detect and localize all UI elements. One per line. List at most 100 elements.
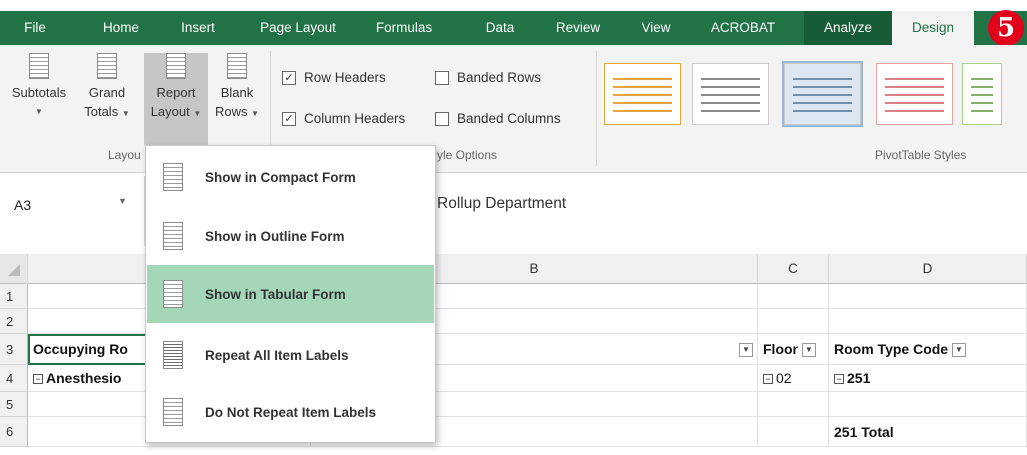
name-box-value: A3 bbox=[14, 197, 32, 213]
cell-d4[interactable]: −251 bbox=[829, 365, 1027, 392]
cell-c4[interactable]: −02 bbox=[758, 365, 829, 392]
pivot-style-gray[interactable] bbox=[692, 63, 769, 125]
tab-page-layout[interactable]: Page Layout bbox=[248, 11, 348, 45]
row-header-4[interactable]: 4 bbox=[0, 365, 28, 392]
cell-d5[interactable] bbox=[829, 392, 1027, 417]
row-header-6[interactable]: 6 bbox=[0, 417, 28, 447]
banded-rows-checkbox[interactable]: Banded Rows bbox=[435, 70, 541, 85]
tab-home[interactable]: Home bbox=[88, 11, 154, 45]
report-layout-menu: Show in Compact Form Show in Outline For… bbox=[145, 145, 436, 443]
menu-item-label: Show in Outline Form bbox=[205, 228, 345, 244]
tab-analyze[interactable]: Analyze bbox=[804, 11, 892, 45]
row-header-5[interactable]: 5 bbox=[0, 392, 28, 417]
blank-rows-button[interactable]: Blank Rows ▼ bbox=[210, 53, 264, 123]
name-box[interactable]: A3 ▼ bbox=[0, 176, 145, 246]
formula-content[interactable]: Rollup Department bbox=[437, 195, 566, 213]
grand-totals-label-line2: Totals bbox=[84, 104, 119, 119]
grand-totals-button[interactable]: Grand Totals ▼ bbox=[80, 53, 134, 123]
banded-columns-checkbox[interactable]: Banded Columns bbox=[435, 111, 561, 126]
filter-dropdown-icon[interactable]: ▼ bbox=[951, 343, 966, 358]
style-preview-icon bbox=[885, 72, 944, 116]
menu-item-repeat-all-labels[interactable]: Repeat All Item Labels bbox=[147, 326, 434, 384]
empty-checkbox-icon bbox=[435, 70, 449, 85]
menu-item-label: Show in Compact Form bbox=[205, 169, 356, 185]
tabular-form-icon bbox=[163, 280, 183, 308]
checkmark-icon: ✓ bbox=[282, 70, 296, 85]
step-number-badge: 5 bbox=[988, 10, 1024, 46]
collapse-icon[interactable]: − bbox=[33, 374, 43, 385]
chevron-down-icon[interactable]: ▼ bbox=[118, 196, 127, 206]
row-header-1[interactable]: 1 bbox=[0, 284, 28, 309]
cell-c1[interactable] bbox=[758, 284, 829, 309]
menu-item-compact-form[interactable]: Show in Compact Form bbox=[147, 148, 434, 206]
chevron-down-icon: ▼ bbox=[251, 109, 260, 118]
tab-review[interactable]: Review bbox=[545, 11, 611, 45]
column-headers-label: Column Headers bbox=[304, 111, 406, 126]
filter-dropdown-icon[interactable]: ▼ bbox=[801, 343, 816, 358]
banded-rows-label: Banded Rows bbox=[457, 70, 542, 85]
menu-item-outline-form[interactable]: Show in Outline Form bbox=[147, 207, 434, 265]
collapse-icon[interactable]: − bbox=[763, 374, 773, 385]
cell-c2[interactable] bbox=[758, 309, 829, 334]
cell-d2[interactable] bbox=[829, 309, 1027, 334]
column-headers-checkbox[interactable]: ✓ Column Headers bbox=[282, 111, 405, 126]
filter-dropdown-icon[interactable]: ▼ bbox=[739, 343, 753, 358]
cell-d6[interactable]: 251 Total bbox=[829, 417, 1027, 447]
cell-d1[interactable] bbox=[829, 284, 1027, 309]
column-header-d[interactable]: D bbox=[829, 254, 1027, 284]
blank-rows-label-line2: Rows bbox=[214, 104, 248, 119]
chevron-down-icon: ▼ bbox=[35, 107, 43, 116]
style-options-group-label: yle Options bbox=[437, 148, 498, 162]
chevron-down-icon: ▼ bbox=[193, 109, 202, 118]
tab-formulas[interactable]: Formulas bbox=[360, 11, 448, 45]
tab-data[interactable]: Data bbox=[472, 11, 528, 45]
checkmark-icon: ✓ bbox=[282, 111, 296, 126]
row-header-3[interactable]: 3 bbox=[0, 334, 28, 365]
pivot-styles-group-label: PivotTable Styles bbox=[875, 148, 967, 162]
grand-totals-label-line1: Grand bbox=[88, 85, 126, 100]
cell-c6[interactable] bbox=[758, 417, 829, 447]
subtotals-button[interactable]: Subtotals ▼ bbox=[4, 53, 74, 121]
tab-view[interactable]: View bbox=[630, 11, 682, 45]
menu-item-do-not-repeat-labels[interactable]: Do Not Repeat Item Labels bbox=[147, 383, 434, 441]
menu-item-tabular-form[interactable]: Show in Tabular Form bbox=[147, 265, 434, 323]
style-preview-icon bbox=[613, 72, 672, 116]
row-headers-checkbox[interactable]: ✓ Row Headers bbox=[282, 70, 386, 85]
compact-form-icon bbox=[163, 163, 183, 191]
floor-header: Floor bbox=[763, 341, 798, 357]
anesthesiology-value: Anesthesio bbox=[46, 370, 122, 386]
subtotals-icon bbox=[29, 53, 49, 79]
column-header-c[interactable]: C bbox=[758, 254, 829, 284]
blank-rows-icon bbox=[227, 53, 247, 79]
tab-acrobat[interactable]: ACROBAT bbox=[700, 11, 786, 45]
collapse-icon[interactable]: − bbox=[834, 374, 844, 385]
select-all-corner[interactable] bbox=[0, 254, 28, 284]
pivot-style-red[interactable] bbox=[876, 63, 953, 125]
select-all-icon bbox=[8, 264, 20, 276]
tab-design[interactable]: Design bbox=[892, 11, 974, 45]
pivot-style-blue-selected[interactable] bbox=[782, 61, 863, 127]
repeat-labels-icon bbox=[163, 341, 183, 369]
style-preview-icon bbox=[701, 72, 760, 116]
report-layout-button[interactable]: Report Layout ▼ bbox=[144, 53, 208, 145]
cell-c3[interactable]: Floor ▼ bbox=[758, 334, 829, 365]
occupying-rollup-header: Occupying Ro bbox=[33, 341, 128, 357]
group-divider bbox=[596, 51, 597, 166]
menu-item-label: Show in Tabular Form bbox=[205, 286, 346, 302]
room-type-value: 251 bbox=[847, 370, 871, 386]
pivot-style-orange[interactable] bbox=[604, 63, 681, 125]
cell-d3[interactable]: Room Type Code ▼ bbox=[829, 334, 1027, 365]
row-header-2[interactable]: 2 bbox=[0, 309, 28, 334]
chevron-down-icon: ▼ bbox=[121, 109, 130, 118]
cell-c5[interactable] bbox=[758, 392, 829, 417]
tab-file[interactable]: File bbox=[0, 11, 70, 45]
subtotals-label: Subtotals bbox=[11, 85, 67, 100]
pivot-style-green[interactable] bbox=[962, 63, 1002, 125]
style-preview-icon bbox=[971, 72, 993, 116]
tab-insert[interactable]: Insert bbox=[168, 11, 228, 45]
blank-rows-label-line1: Blank bbox=[220, 85, 254, 100]
grand-totals-icon bbox=[97, 53, 117, 79]
do-not-repeat-labels-icon bbox=[163, 398, 183, 426]
floor-value: 02 bbox=[776, 370, 792, 386]
ribbon-tab-bar: File Home Insert Page Layout Formulas Da… bbox=[0, 11, 1027, 45]
